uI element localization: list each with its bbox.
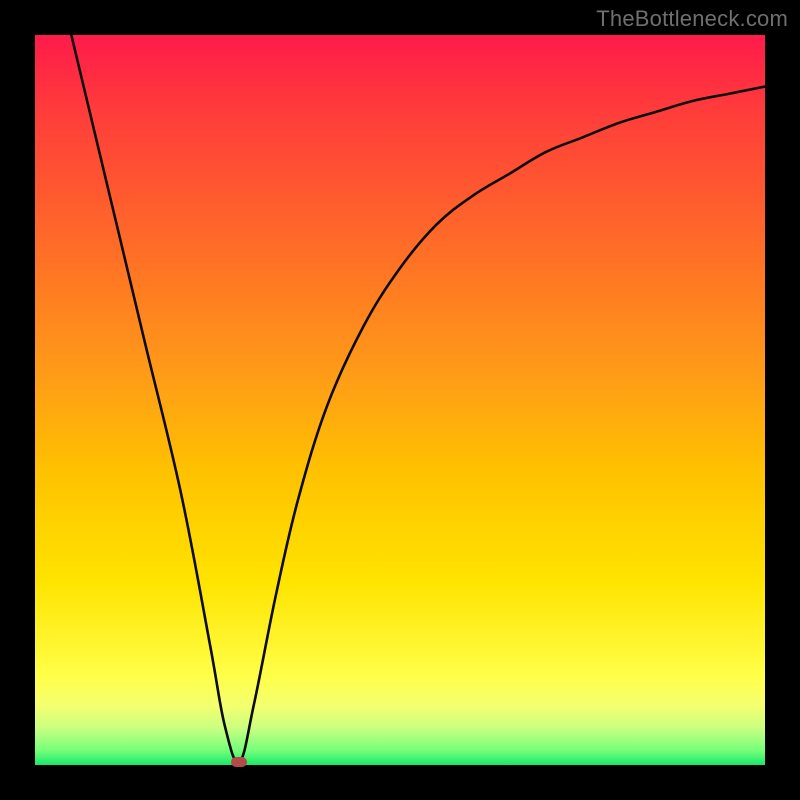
bottleneck-curve — [35, 35, 765, 765]
minimum-marker — [231, 757, 247, 767]
chart-frame: TheBottleneck.com — [0, 0, 800, 800]
watermark-text: TheBottleneck.com — [596, 6, 788, 32]
plot-area — [35, 35, 765, 765]
